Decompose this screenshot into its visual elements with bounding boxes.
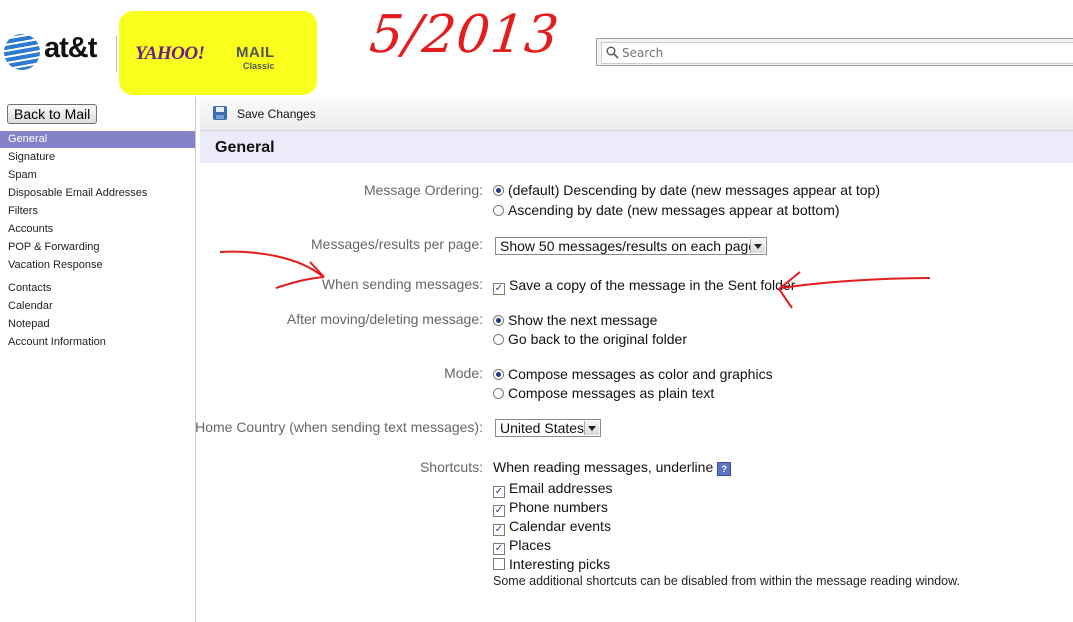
logo-divider xyxy=(116,36,117,72)
mail-logo-text: MAIL xyxy=(236,44,275,61)
per-page-select[interactable]: Show 50 messages/results on each page xyxy=(495,237,767,255)
back-to-mail-button[interactable]: Back to Mail xyxy=(7,104,98,124)
search-input[interactable] xyxy=(622,45,1022,61)
home-country-select-value: United States xyxy=(500,420,585,436)
toolbar: Save Changes xyxy=(200,97,1073,131)
search-box xyxy=(596,38,1073,66)
right-red-arrow xyxy=(781,277,931,289)
save-sent-copy-checkbox[interactable]: ✓ xyxy=(493,283,505,295)
shortcut-calendar-label: Calendar events xyxy=(509,518,611,534)
search-field xyxy=(601,42,1073,64)
shortcuts-note: Some additional shortcuts can be disable… xyxy=(493,574,960,588)
sidebar-item-filters[interactable]: Filters xyxy=(0,203,195,220)
att-logo: at&t xyxy=(2,32,112,74)
home-country-label: Home Country (when sending text messages… xyxy=(195,419,483,435)
sidebar-item-calendar[interactable]: Calendar xyxy=(0,298,195,315)
sidebar-item-notepad[interactable]: Notepad xyxy=(0,316,195,333)
sidebar-item-general[interactable]: General xyxy=(0,131,195,148)
after-move-next-label: Show the next message xyxy=(508,312,658,328)
after-move-original-radio[interactable] xyxy=(493,334,504,345)
mode-plain-radio[interactable] xyxy=(493,388,504,399)
section-header: General xyxy=(200,131,1073,163)
sidebar-item-accounts[interactable]: Accounts xyxy=(0,221,195,238)
yahoo-logo: YAHOO! xyxy=(135,43,205,64)
shortcuts-intro-text: When reading messages, underline xyxy=(493,459,714,475)
ordering-option-ascending[interactable]: Ascending by date (new messages appear a… xyxy=(493,202,840,218)
shortcut-option-email[interactable]: ✓ Email addresses xyxy=(493,480,613,498)
shortcut-places-checkbox[interactable]: ✓ xyxy=(493,543,505,555)
shortcut-places-label: Places xyxy=(509,537,552,553)
home-country-select[interactable]: United States xyxy=(495,419,601,437)
floppy-disk-icon xyxy=(213,106,227,120)
mode-plain-label: Compose messages as plain text xyxy=(508,385,715,401)
after-move-next-radio[interactable] xyxy=(493,315,504,326)
shortcut-email-label: Email addresses xyxy=(509,480,613,496)
sidebar-item-disposable-addresses[interactable]: Disposable Email Addresses xyxy=(0,185,195,202)
after-move-option-original[interactable]: Go back to the original folder xyxy=(493,331,687,347)
left-red-arrowhead xyxy=(275,261,325,289)
att-logo-text: at&t xyxy=(44,32,97,64)
sidebar-item-pop-forwarding[interactable]: POP & Forwarding xyxy=(0,239,195,256)
ordering-descending-radio[interactable] xyxy=(493,185,504,196)
left-red-arrow xyxy=(219,250,323,277)
shortcut-interesting-picks-checkbox[interactable] xyxy=(493,558,505,570)
sidebar-item-account-information[interactable]: Account Information xyxy=(0,334,195,351)
shortcut-email-checkbox[interactable]: ✓ xyxy=(493,486,505,498)
after-move-option-next[interactable]: Show the next message xyxy=(493,312,657,328)
sidebar-item-contacts[interactable]: Contacts xyxy=(0,280,195,297)
per-page-select-value: Show 50 messages/results on each page xyxy=(500,238,757,254)
after-move-original-label: Go back to the original folder xyxy=(508,331,687,347)
after-moving-label: After moving/deleting message: xyxy=(286,311,483,327)
mode-label: Mode: xyxy=(444,365,483,381)
shortcut-option-calendar[interactable]: ✓ Calendar events xyxy=(493,518,611,536)
mode-option-plain[interactable]: Compose messages as plain text xyxy=(493,385,714,401)
shortcuts-intro: When reading messages, underline? xyxy=(493,459,732,476)
classic-logo-text: Classic xyxy=(243,61,275,71)
shortcut-phone-checkbox[interactable]: ✓ xyxy=(493,505,505,517)
shortcut-phone-label: Phone numbers xyxy=(509,499,608,515)
header: at&t YAHOO! MAIL Classic 5/2013 xyxy=(0,0,1073,97)
shortcut-interesting-picks-label: Interesting picks xyxy=(509,556,611,572)
shortcut-calendar-checkbox[interactable]: ✓ xyxy=(493,524,505,536)
shortcut-option-interesting-picks[interactable]: Interesting picks xyxy=(493,556,610,572)
mode-color-label: Compose messages as color and graphics xyxy=(508,366,773,382)
date-annotation: 5/2013 xyxy=(366,5,563,65)
shortcut-option-phone[interactable]: ✓ Phone numbers xyxy=(493,499,608,517)
ordering-ascending-label: Ascending by date (new messages appear a… xyxy=(508,202,840,218)
shortcuts-label: Shortcuts: xyxy=(419,459,483,475)
sidebar-item-vacation-response[interactable]: Vacation Response xyxy=(0,257,195,274)
att-globe-icon xyxy=(4,34,40,70)
help-icon[interactable]: ? xyxy=(717,462,732,476)
mode-option-color[interactable]: Compose messages as color and graphics xyxy=(493,366,773,382)
search-icon xyxy=(606,46,619,59)
sidebar-item-spam[interactable]: Spam xyxy=(0,167,195,184)
per-page-label: Messages/results per page: xyxy=(311,236,483,252)
save-changes-label: Save Changes xyxy=(237,107,316,121)
chevron-down-icon xyxy=(584,421,599,435)
left-nav: Back to Mail General Signature Spam Disp… xyxy=(0,97,196,622)
page-title: General xyxy=(215,139,275,156)
sidebar-item-signature[interactable]: Signature xyxy=(0,149,195,166)
ordering-ascending-radio[interactable] xyxy=(493,205,504,216)
when-sending-label: When sending messages: xyxy=(321,276,483,292)
chevron-down-icon xyxy=(750,239,765,253)
message-ordering-label: Message Ordering: xyxy=(363,182,483,198)
ordering-descending-label: (default) Descending by date (new messag… xyxy=(508,182,880,198)
shortcut-option-places[interactable]: ✓ Places xyxy=(493,537,551,555)
ordering-option-descending[interactable]: (default) Descending by date (new messag… xyxy=(493,182,880,198)
mode-color-radio[interactable] xyxy=(493,369,504,380)
save-sent-copy-label: Save a copy of the message in the Sent f… xyxy=(509,277,796,293)
save-sent-copy-option[interactable]: ✓ Save a copy of the message in the Sent … xyxy=(493,277,795,295)
